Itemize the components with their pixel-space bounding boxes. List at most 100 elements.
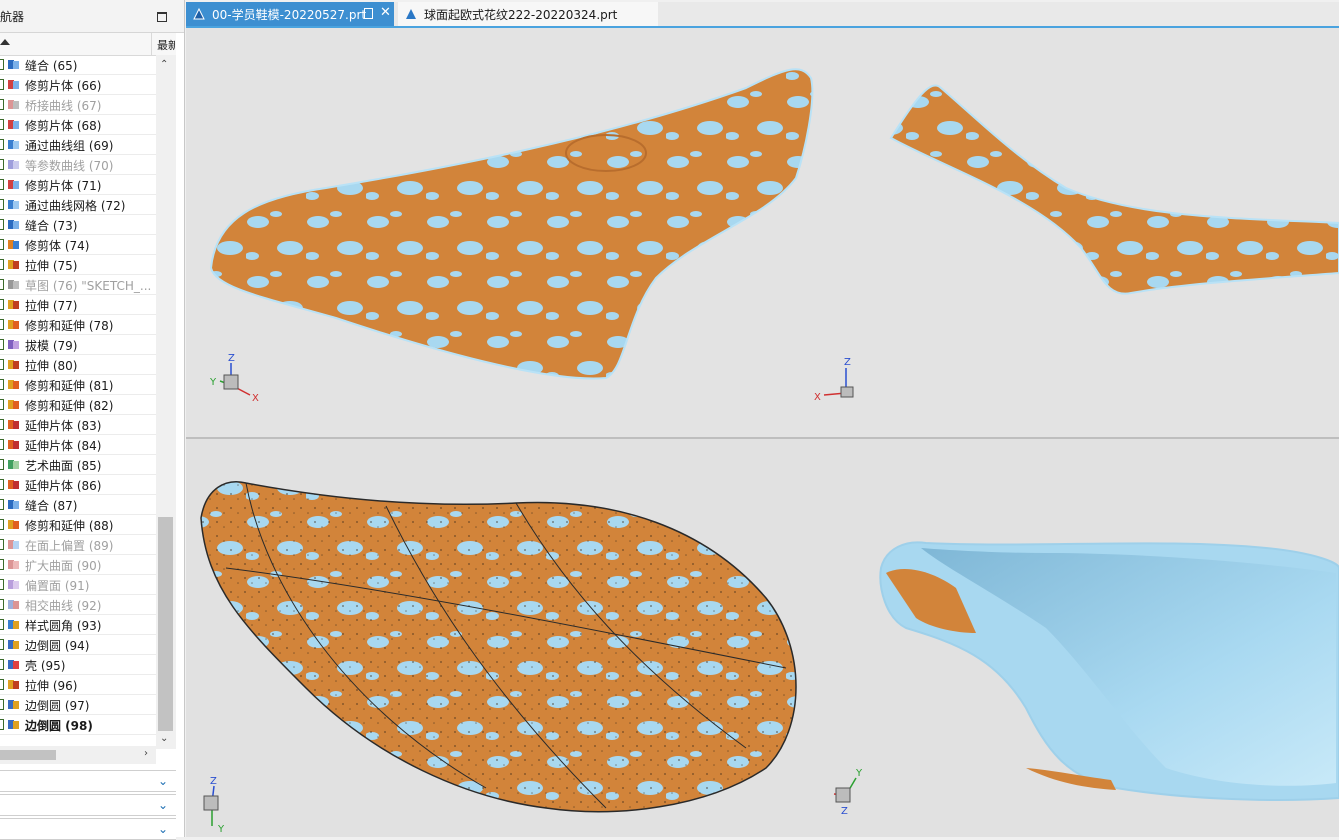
- navigator-title: 部件导航器: [0, 10, 25, 24]
- tab-sphere-pattern[interactable]: 球面起欧式花纹222-20220324.prt: [398, 2, 658, 26]
- horizontal-scroll-thumb[interactable]: [0, 750, 56, 760]
- visibility-checkbox[interactable]: [0, 219, 4, 230]
- tree-row[interactable]: 缝合 (73): [0, 215, 156, 235]
- tree-row[interactable]: 草图 (76) "SKETCH_...: [0, 275, 156, 295]
- styled-blend-icon: [8, 620, 19, 629]
- vertical-scrollbar[interactable]: ⌃ ⌄: [156, 55, 176, 749]
- tree-row[interactable]: 边倒圆 (98): [0, 715, 156, 735]
- visibility-checkbox[interactable]: [0, 319, 4, 330]
- tree-row[interactable]: 修剪体 (74): [0, 235, 156, 255]
- scroll-right-icon[interactable]: ›: [144, 748, 148, 759]
- tree-row[interactable]: 等参数曲线 (70): [0, 155, 156, 175]
- tree-row[interactable]: 拔模 (79): [0, 335, 156, 355]
- tree-row[interactable]: 延伸片体 (86): [0, 475, 156, 495]
- visibility-checkbox[interactable]: [0, 459, 4, 470]
- visibility-checkbox[interactable]: [0, 299, 4, 310]
- tree-row[interactable]: 拉伸 (77): [0, 295, 156, 315]
- isoparametric-curve-icon: [8, 160, 19, 169]
- visibility-checkbox[interactable]: [0, 159, 4, 170]
- visibility-checkbox[interactable]: [0, 719, 4, 730]
- tree-row[interactable]: 边倒圆 (97): [0, 695, 156, 715]
- tree-row[interactable]: 缝合 (87): [0, 495, 156, 515]
- tree-row[interactable]: 修剪片体 (68): [0, 115, 156, 135]
- restore-icon[interactable]: [157, 12, 167, 22]
- tree-row[interactable]: 拉伸 (75): [0, 255, 156, 275]
- visibility-checkbox[interactable]: [0, 499, 4, 510]
- visibility-checkbox[interactable]: [0, 179, 4, 190]
- visibility-checkbox[interactable]: [0, 519, 4, 530]
- tree-row[interactable]: 拉伸 (96): [0, 675, 156, 695]
- collapsed-panel-details[interactable]: ⌄: [0, 794, 176, 816]
- collapsed-panel-dependencies[interactable]: ⌄: [0, 770, 176, 792]
- visibility-checkbox[interactable]: [0, 559, 4, 570]
- sort-ascending-icon[interactable]: [0, 39, 10, 45]
- visibility-checkbox[interactable]: [0, 59, 4, 70]
- pin-icon[interactable]: [364, 8, 373, 19]
- tree-row[interactable]: 延伸片体 (84): [0, 435, 156, 455]
- tree-row[interactable]: 相交曲线 (92): [0, 595, 156, 615]
- tree-row[interactable]: 拉伸 (80): [0, 355, 156, 375]
- tree-row[interactable]: 扩大曲面 (90): [0, 555, 156, 575]
- visibility-checkbox[interactable]: [0, 399, 4, 410]
- tree-row[interactable]: 桥接曲线 (67): [0, 95, 156, 115]
- visibility-checkbox[interactable]: [0, 639, 4, 650]
- chevron-down-icon[interactable]: ⌄: [158, 822, 168, 836]
- visibility-checkbox[interactable]: [0, 259, 4, 270]
- tree-row[interactable]: 修剪片体 (71): [0, 175, 156, 195]
- tree-row[interactable]: 修剪和延伸 (82): [0, 395, 156, 415]
- horizontal-scrollbar[interactable]: ›: [0, 746, 156, 764]
- tree-row[interactable]: 壳 (95): [0, 655, 156, 675]
- visibility-checkbox[interactable]: [0, 579, 4, 590]
- tree-row[interactable]: 艺术曲面 (85): [0, 455, 156, 475]
- visibility-checkbox[interactable]: [0, 599, 4, 610]
- trim-extend-icon: [8, 400, 19, 409]
- chevron-down-icon[interactable]: ⌄: [158, 798, 168, 812]
- scroll-thumb[interactable]: [158, 517, 173, 731]
- tree-row[interactable]: 样式圆角 (93): [0, 615, 156, 635]
- visibility-checkbox[interactable]: [0, 79, 4, 90]
- visibility-checkbox[interactable]: [0, 339, 4, 350]
- scroll-up-icon[interactable]: ⌃: [160, 59, 168, 70]
- tree-row[interactable]: 延伸片体 (83): [0, 415, 156, 435]
- chevron-down-icon[interactable]: ⌄: [158, 774, 168, 788]
- tree-row-label: 延伸片体 (86): [25, 479, 102, 493]
- visibility-checkbox[interactable]: [0, 419, 4, 430]
- visibility-checkbox[interactable]: [0, 619, 4, 630]
- visibility-checkbox[interactable]: [0, 139, 4, 150]
- column-header[interactable]: 最新: [0, 33, 176, 56]
- visibility-checkbox[interactable]: [0, 439, 4, 450]
- visibility-checkbox[interactable]: [0, 379, 4, 390]
- model-canvas[interactable]: Z Y X Z X Y Z Z Y: [186, 28, 1339, 837]
- tree-row[interactable]: 通过曲线网格 (72): [0, 195, 156, 215]
- visibility-checkbox[interactable]: [0, 359, 4, 370]
- extrude-icon: [8, 260, 19, 269]
- tree-row[interactable]: 边倒圆 (94): [0, 635, 156, 655]
- visibility-checkbox[interactable]: [0, 119, 4, 130]
- column-latest[interactable]: 最新: [157, 37, 175, 53]
- visibility-checkbox[interactable]: [0, 659, 4, 670]
- visibility-checkbox[interactable]: [0, 279, 4, 290]
- sew-icon: [8, 500, 19, 509]
- tree-row[interactable]: 修剪片体 (66): [0, 75, 156, 95]
- tree-row[interactable]: 修剪和延伸 (78): [0, 315, 156, 335]
- tree-row[interactable]: 通过曲线组 (69): [0, 135, 156, 155]
- tree-row[interactable]: 修剪和延伸 (88): [0, 515, 156, 535]
- visibility-checkbox[interactable]: [0, 199, 4, 210]
- tree-row[interactable]: 偏置面 (91): [0, 575, 156, 595]
- visibility-checkbox[interactable]: [0, 679, 4, 690]
- tree-row[interactable]: 修剪和延伸 (81): [0, 375, 156, 395]
- column-divider[interactable]: [151, 33, 152, 55]
- visibility-checkbox[interactable]: [0, 699, 4, 710]
- tree-row[interactable]: 在面上偏置 (89): [0, 535, 156, 555]
- visibility-checkbox[interactable]: [0, 239, 4, 250]
- tab-shoe-model[interactable]: 00-学员鞋模-20220527.prt ✕: [186, 2, 394, 26]
- visibility-checkbox[interactable]: [0, 99, 4, 110]
- visibility-checkbox[interactable]: [0, 539, 4, 550]
- extend-sheet-icon: [8, 480, 19, 489]
- tree-row[interactable]: 缝合 (65): [0, 55, 156, 75]
- graphics-window[interactable]: Z Y X Z X Y Z Z Y: [186, 28, 1339, 837]
- tree-row-label: 缝合 (73): [25, 219, 78, 233]
- close-icon[interactable]: ✕: [380, 5, 391, 20]
- visibility-checkbox[interactable]: [0, 479, 4, 490]
- scroll-down-icon[interactable]: ⌄: [160, 733, 168, 744]
